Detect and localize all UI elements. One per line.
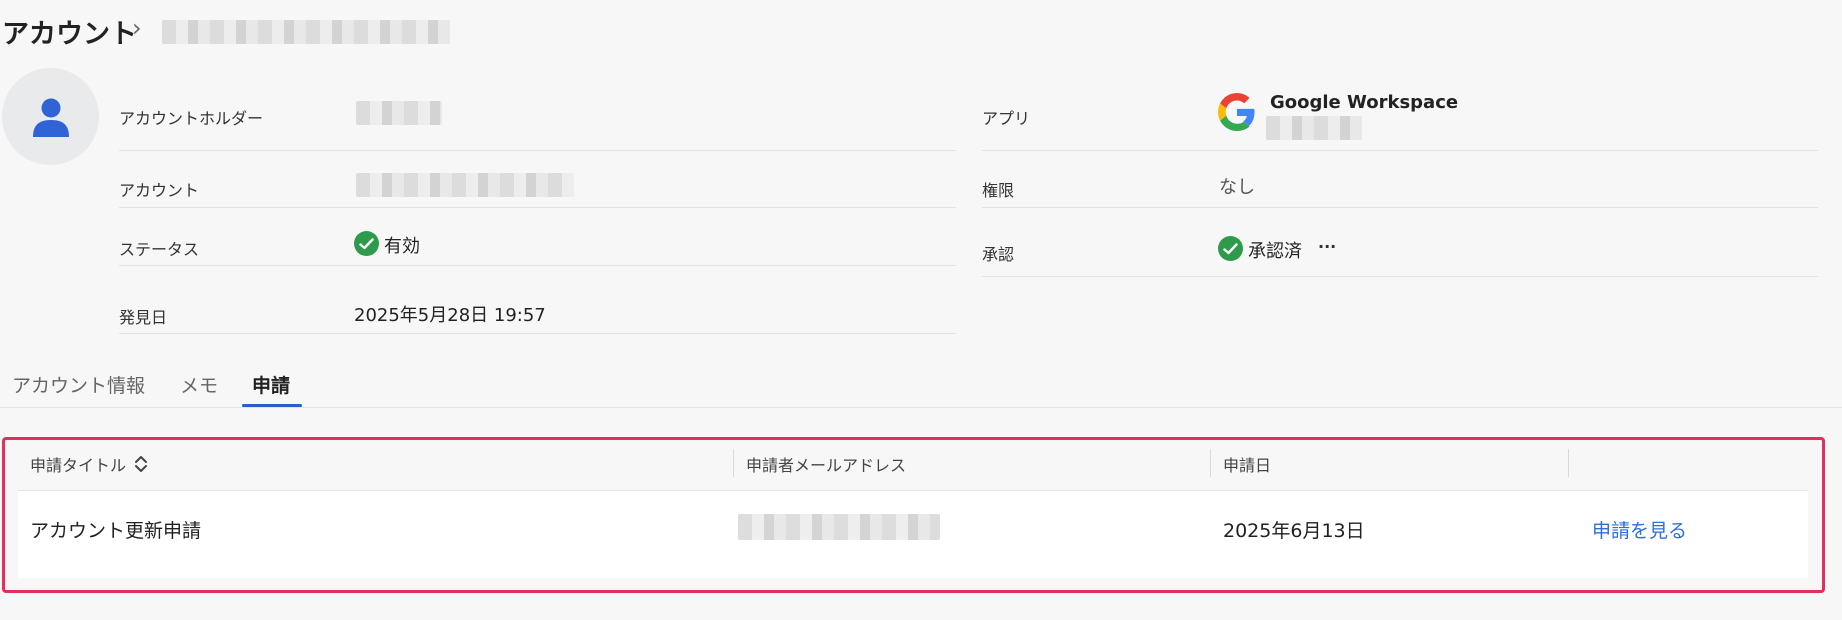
divider — [982, 150, 1818, 151]
request-date-cell: 2025年6月13日 — [1223, 520, 1365, 542]
breadcrumb-separator: › — [132, 14, 142, 42]
account-label: アカウント — [119, 181, 200, 200]
active-tab-indicator — [242, 404, 302, 407]
breadcrumb-account-redacted — [162, 20, 450, 44]
table-row-divider — [18, 490, 1808, 491]
status-label: ステータス — [119, 240, 200, 259]
check-circle-icon — [354, 231, 379, 256]
approval-more-button[interactable]: ··· — [1318, 237, 1336, 256]
account-holder-label: アカウントホルダー — [119, 109, 264, 128]
check-circle-icon — [1218, 236, 1243, 261]
account-holder-value-redacted — [356, 101, 442, 125]
found-date-label: 発見日 — [119, 308, 168, 327]
column-divider — [1210, 449, 1211, 477]
column-header-email: 申請者メールアドレス — [746, 456, 907, 475]
page-title: アカウント — [2, 19, 137, 50]
user-icon — [32, 98, 69, 137]
app-domain-redacted — [1266, 116, 1362, 140]
avatar — [2, 68, 99, 165]
tab-requests[interactable]: 申請 — [252, 371, 290, 398]
tab-memo[interactable]: メモ — [180, 371, 218, 398]
approval-label: 承認 — [982, 245, 1015, 264]
google-logo-icon — [1218, 93, 1255, 131]
divider — [119, 333, 956, 334]
permission-value: なし — [1219, 177, 1255, 198]
permission-label: 権限 — [982, 181, 1015, 200]
view-request-link[interactable]: 申請を見る — [1592, 516, 1687, 543]
status-value: 有効 — [384, 236, 420, 257]
found-date-value: 2025年5月28日 19:57 — [354, 305, 546, 326]
request-title-cell: アカウント更新申請 — [30, 520, 202, 542]
column-divider — [733, 449, 734, 477]
tabs-divider — [0, 407, 1842, 408]
account-value-redacted — [356, 173, 574, 197]
app-label: アプリ — [982, 109, 1031, 128]
app-name: Google Workspace — [1270, 92, 1459, 113]
requester-email-redacted — [738, 514, 940, 540]
approval-value: 承認済 — [1248, 241, 1302, 262]
divider — [982, 207, 1818, 208]
divider — [119, 207, 956, 208]
sort-icon[interactable] — [134, 454, 148, 474]
tab-account-info[interactable]: アカウント情報 — [12, 371, 145, 398]
column-header-title[interactable]: 申請タイトル — [30, 452, 148, 476]
divider — [119, 265, 956, 266]
divider — [119, 150, 956, 151]
divider — [982, 276, 1818, 277]
column-divider — [1568, 449, 1569, 477]
column-header-date: 申請日 — [1223, 456, 1272, 475]
column-header-title-label: 申請タイトル — [30, 456, 127, 475]
